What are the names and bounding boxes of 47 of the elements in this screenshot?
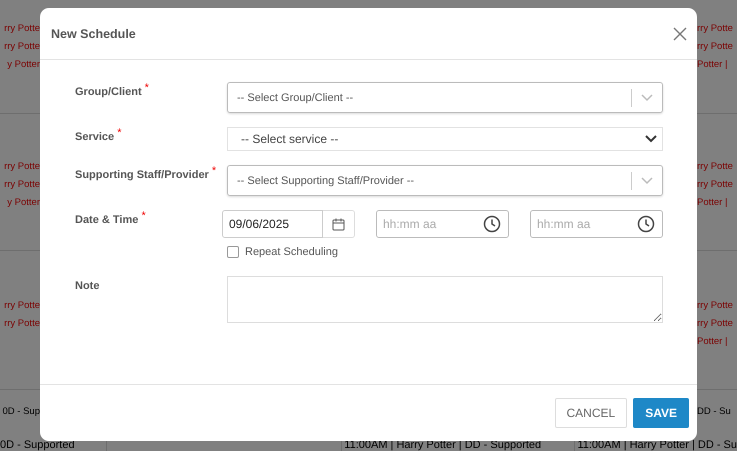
- calendar-icon: [332, 218, 345, 230]
- event-text: rry Potte: [4, 160, 40, 173]
- event-text: rry Potte: [697, 178, 733, 191]
- field-label: Supporting Staff/Provider: [75, 169, 209, 181]
- checkbox[interactable]: [227, 246, 239, 258]
- event-text: rry Potte: [697, 299, 733, 312]
- date-field[interactable]: 09/06/2025: [222, 210, 323, 238]
- required-mark: *: [212, 165, 216, 177]
- event-text: Potter |: [697, 335, 728, 348]
- field-label: Date & Time: [75, 214, 138, 226]
- close-icon[interactable]: [671, 24, 689, 42]
- event-text: rry Potte: [697, 317, 733, 330]
- select-field[interactable]: -- Select service --: [227, 127, 663, 151]
- event-text: rry Potte: [4, 299, 40, 312]
- required-mark: *: [144, 82, 149, 94]
- select-field[interactable]: -- Select Group/Client --: [227, 82, 663, 113]
- event-text: rry Potte: [4, 40, 40, 53]
- clock-icon: [637, 215, 655, 233]
- note-field[interactable]: [227, 276, 663, 323]
- cancel-button[interactable]: CANCEL: [554, 398, 628, 428]
- event-text: Potter |: [697, 196, 728, 209]
- event-text: DD - Su: [697, 405, 731, 418]
- event-text: rry Potte: [697, 160, 733, 173]
- required-mark: *: [141, 210, 146, 222]
- calendar-button[interactable]: [323, 210, 355, 238]
- required-mark: *: [117, 127, 122, 139]
- event-text: y Potter: [7, 58, 40, 71]
- event-text: y Potter: [7, 196, 40, 209]
- event-text: rry Potte: [697, 22, 733, 35]
- chevron-down-icon: [645, 135, 657, 143]
- checkbox-label: Repeat Scheduling: [245, 246, 338, 258]
- select-field[interactable]: -- Select Supporting Staff/Provider --: [227, 165, 663, 196]
- event-text: rry Potte: [4, 22, 40, 35]
- field-label: Service: [75, 131, 114, 143]
- dialog-title: New Schedule: [51, 26, 136, 40]
- event-text: rry Potte: [4, 317, 40, 330]
- chevron-down-icon: [641, 94, 653, 102]
- clock-icon: [483, 215, 501, 233]
- event-text: 0D - Supported: [0, 440, 75, 451]
- event-text: Potter |: [697, 58, 728, 71]
- chevron-down-icon: [641, 176, 653, 184]
- field-label: Note: [75, 280, 100, 292]
- event-text: rry Potte: [4, 178, 40, 191]
- event-text: rry Potte: [697, 40, 733, 53]
- event-text: 0D - Sup: [2, 405, 40, 418]
- field-label: Group/Client: [75, 86, 142, 98]
- save-button[interactable]: SAVE: [633, 398, 689, 428]
